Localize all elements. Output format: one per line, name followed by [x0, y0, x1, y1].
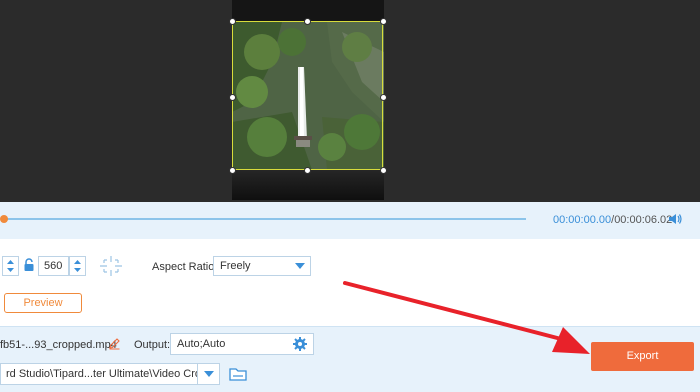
crop-handle-left[interactable] — [229, 94, 236, 101]
save-path-dropdown[interactable] — [197, 363, 220, 385]
height-stepper[interactable] — [69, 256, 86, 276]
aspect-ratio-value: Freely — [220, 260, 251, 272]
video-dimmed-bottom — [232, 170, 384, 200]
crop-handle-bottom-right[interactable] — [380, 167, 387, 174]
chevron-down-icon — [204, 371, 214, 377]
spinner-arrows-icon — [74, 260, 81, 272]
aspect-ratio-label: Aspect Ratio: — [152, 261, 218, 273]
crop-handle-top-left[interactable] — [229, 18, 236, 25]
total-time: 00:00:06.02 — [614, 214, 673, 226]
playhead-handle[interactable] — [0, 215, 8, 223]
aspect-ratio-select[interactable]: Freely — [213, 256, 311, 276]
crop-handle-top[interactable] — [304, 18, 311, 25]
width-stepper[interactable] — [2, 256, 19, 276]
spinner-arrows-icon — [7, 260, 14, 272]
crop-handle-bottom[interactable] — [304, 167, 311, 174]
crop-handle-right[interactable] — [380, 94, 387, 101]
crop-handle-bottom-left[interactable] — [229, 167, 236, 174]
time-display: 00:00:00.00/00:00:06.02 — [553, 214, 672, 226]
output-filename: fb51-...93_cropped.mp4 — [0, 339, 117, 351]
gear-icon[interactable] — [293, 337, 307, 351]
crosshair-icon[interactable] — [99, 255, 123, 277]
save-path-field[interactable]: rd Studio\Tipard...ter Ultimate\Video Cr… — [0, 363, 198, 385]
timeline-track[interactable] — [4, 218, 526, 220]
export-button[interactable]: Export — [591, 342, 694, 371]
current-time: 00:00:00.00 — [553, 214, 612, 226]
save-path-value: rd Studio\Tipard...ter Ultimate\Video Cr… — [6, 368, 198, 380]
crop-frame[interactable] — [232, 21, 383, 170]
height-input[interactable]: 560 — [38, 256, 69, 276]
edit-pencil-icon[interactable] — [108, 337, 121, 350]
preview-button[interactable]: Preview — [4, 293, 82, 313]
height-value: 560 — [44, 260, 63, 272]
folder-icon[interactable] — [229, 366, 247, 382]
lock-icon[interactable] — [23, 258, 35, 272]
chevron-down-icon — [295, 263, 305, 269]
output-settings-field[interactable]: Auto;Auto — [170, 333, 314, 355]
output-settings-value: Auto;Auto — [177, 338, 226, 350]
output-label: Output: — [134, 339, 171, 351]
crop-handle-top-right[interactable] — [380, 18, 387, 25]
volume-icon[interactable] — [668, 212, 682, 226]
